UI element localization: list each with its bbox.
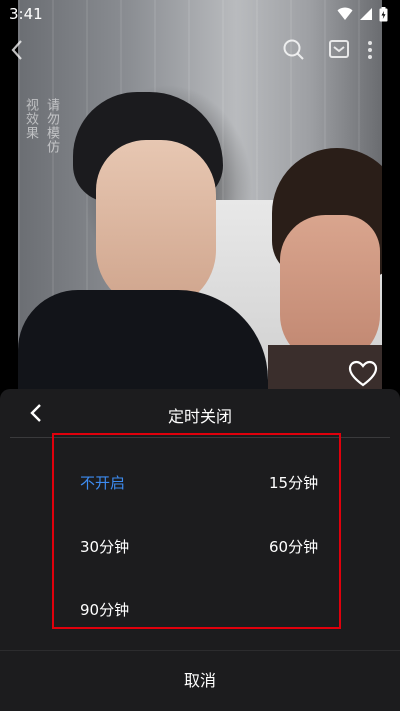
status-bar: 3:41 — [0, 0, 400, 28]
video-top-bar — [0, 38, 400, 64]
watermark-column-2: 请勿模仿 — [44, 98, 59, 154]
battery-icon — [379, 6, 388, 21]
cancel-button[interactable]: 取消 — [0, 661, 400, 701]
status-time: 3:41 — [9, 5, 43, 23]
timer-option-15min[interactable]: 15分钟 — [269, 472, 318, 493]
timer-option-60min[interactable]: 60分钟 — [269, 536, 318, 557]
footer-divider — [0, 650, 400, 651]
heart-icon[interactable] — [348, 360, 378, 388]
timer-option-off[interactable]: 不开启 — [80, 472, 125, 493]
video-figure-man-face — [96, 140, 216, 310]
watermark-column-1: 视效果 — [23, 98, 38, 140]
cast-icon[interactable] — [328, 38, 350, 60]
signal-icon — [360, 8, 372, 20]
video-figure-woman-face — [280, 215, 380, 365]
timer-sheet-title: 定时关闭 — [167, 407, 232, 426]
timer-sheet-header: 定时关闭 — [0, 389, 400, 437]
timer-sheet: 定时关闭 不开启 15分钟 30分钟 60分钟 90分钟 取消 — [0, 389, 400, 711]
more-icon[interactable] — [366, 38, 374, 62]
status-icons — [337, 6, 388, 22]
back-icon[interactable] — [10, 38, 24, 62]
header-divider — [10, 437, 390, 438]
search-icon[interactable] — [282, 38, 306, 62]
timer-option-30min[interactable]: 30分钟 — [80, 536, 129, 557]
video-watermark: 视效果 请勿模仿 — [22, 98, 60, 154]
timer-option-90min[interactable]: 90分钟 — [80, 599, 129, 620]
wifi-icon — [337, 7, 353, 20]
